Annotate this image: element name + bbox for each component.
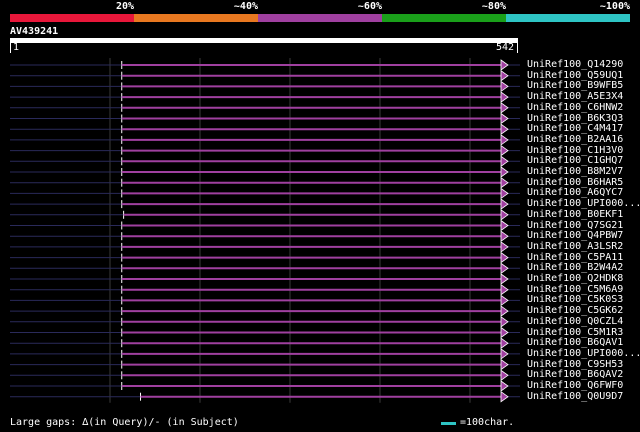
- hit-label-link[interactable]: UniRef100_C5GK62: [527, 306, 623, 316]
- hit-arrow-icon: [500, 230, 509, 242]
- hit-label-link[interactable]: UniRef100_C5M6A9: [527, 284, 623, 295]
- hit-label-link[interactable]: UniRef100_Q4PBW7: [527, 231, 623, 241]
- hit-arrow-icon: [500, 358, 509, 371]
- hit-label-link[interactable]: UniRef100_Q0U9D7: [527, 391, 623, 402]
- hit-arrow-icon: [500, 283, 509, 296]
- hit-arrow-icon: [500, 369, 509, 382]
- hit-arrow-icon: [500, 144, 509, 157]
- hit-label-link[interactable]: UniRef100_B6K3Q3: [527, 113, 623, 124]
- hit-label-link[interactable]: UniRef100_Q59UQ1: [527, 70, 623, 81]
- hit-arrow-icon: [500, 187, 509, 200]
- hit-label-link[interactable]: UniRef100_C4M417: [527, 124, 623, 134]
- hit-arrow-icon: [500, 262, 509, 275]
- hit-label-link[interactable]: UniRef100_C5PA11: [527, 252, 623, 263]
- hit-arrow-icon: [500, 380, 509, 392]
- hit-label-link[interactable]: UniRef100_C5M1R3: [527, 327, 623, 338]
- hit-label-link[interactable]: UniRef100_Q6FWF0: [527, 381, 623, 391]
- hit-label-link[interactable]: UniRef100_C1H3V0: [527, 145, 623, 156]
- hit-label-link[interactable]: UniRef100_C5K0S3: [527, 295, 623, 305]
- hit-arrow-icon: [500, 112, 509, 125]
- hit-label-link[interactable]: UniRef100_B0EKF1: [527, 209, 623, 220]
- hit-label-link[interactable]: UniRef100_Q14290: [527, 60, 623, 70]
- hit-arrow-icon: [500, 59, 509, 71]
- hit-label-link[interactable]: UniRef100_Q0CZL4: [527, 316, 623, 327]
- hit-arrow-icon: [500, 155, 509, 168]
- hit-label-link[interactable]: UniRef100_B9WFB5: [527, 81, 623, 91]
- hit-arrow-icon: [500, 294, 509, 307]
- hit-label-link[interactable]: UniRef100_B8M2V7: [527, 167, 623, 177]
- hit-label-link[interactable]: UniRef100_C6HNW2: [527, 102, 623, 113]
- hit-arrow-icon: [500, 134, 509, 146]
- hit-arrow-icon: [500, 69, 509, 82]
- hit-arrow-icon: [500, 123, 509, 135]
- hit-label-link[interactable]: UniRef100_B2AA16: [527, 134, 623, 145]
- hit-arrow-icon: [500, 198, 509, 210]
- hit-arrow-icon: [500, 251, 509, 264]
- hit-arrow-icon: [500, 219, 509, 232]
- hit-label-link[interactable]: UniRef100_Q7SG21: [527, 220, 623, 231]
- hit-arrow-icon: [500, 273, 509, 285]
- hit-arrow-icon: [500, 176, 509, 189]
- hit-label-link[interactable]: UniRef100_B6QAV1: [527, 338, 623, 348]
- hit-label-link[interactable]: UniRef100_B6QAV2: [527, 370, 623, 380]
- hit-arrow-icon: [500, 241, 509, 253]
- scale-label: =100char.: [460, 417, 515, 428]
- hit-arrow-icon: [500, 80, 509, 93]
- hit-label-link[interactable]: UniRef100_A6QYC7: [527, 188, 623, 198]
- hit-label-link[interactable]: UniRef100_B6HAR5: [527, 177, 623, 188]
- hit-arrow-icon: [500, 305, 509, 317]
- hit-arrow-icon: [500, 209, 509, 221]
- hit-arrow-icon: [500, 91, 509, 103]
- blast-graphical-overview: 20% ~40% ~60% ~80% ~100% AV439241 1 542 …: [0, 0, 640, 432]
- hit-label-link[interactable]: UniRef100_UPI000...: [527, 199, 640, 209]
- large-gaps-legend: Large gaps: ∆(in Query)/- (in Subject): [10, 417, 239, 428]
- hit-label-link[interactable]: UniRef100_Q2HDK8: [527, 274, 623, 284]
- hit-arrow-icon: [500, 102, 509, 114]
- hit-label-link[interactable]: UniRef100_A3LSR2: [527, 241, 623, 252]
- hit-arrow-icon: [500, 166, 509, 178]
- hit-arrow-icon: [500, 390, 509, 403]
- hit-label-link[interactable]: UniRef100_C9SH53: [527, 359, 623, 370]
- scale-bar: [441, 422, 456, 425]
- hit-arrow-icon: [500, 337, 509, 349]
- hit-label-link[interactable]: UniRef100_B2W4A2: [527, 263, 623, 273]
- hit-arrow-icon: [500, 316, 509, 328]
- hit-arrow-icon: [500, 326, 509, 339]
- hit-label-link[interactable]: UniRef100_UPI000...: [527, 348, 640, 359]
- hit-label-link[interactable]: UniRef100_A5E3X4: [527, 92, 623, 102]
- hit-arrow-icon: [500, 348, 509, 360]
- hit-label-link[interactable]: UniRef100_C1GHQ7: [527, 156, 623, 166]
